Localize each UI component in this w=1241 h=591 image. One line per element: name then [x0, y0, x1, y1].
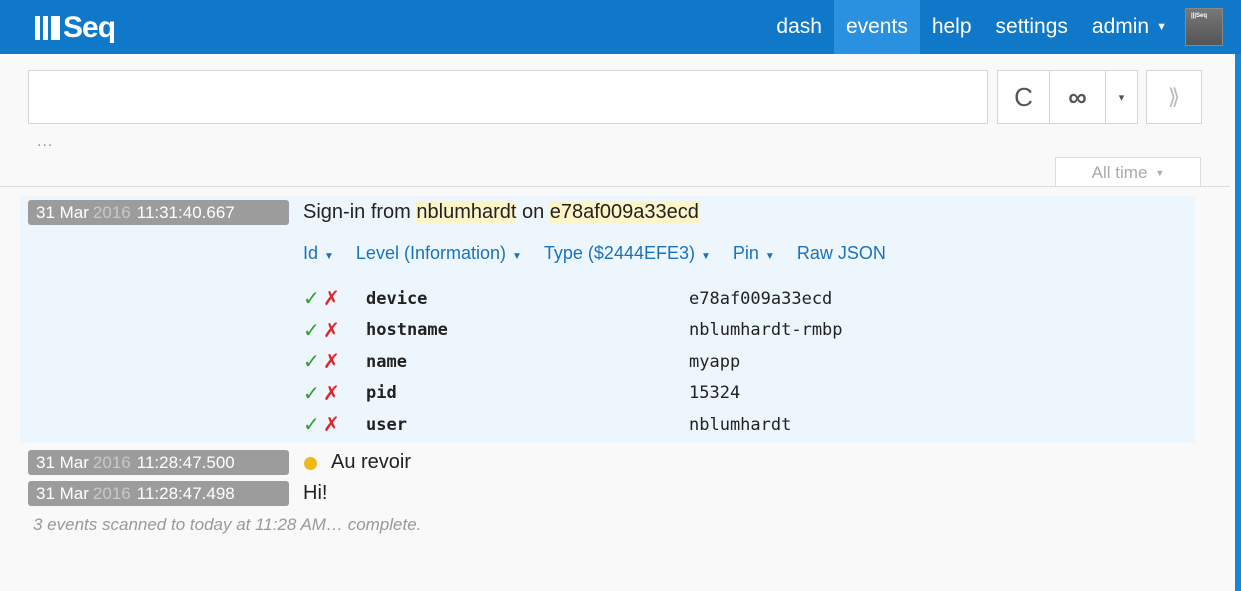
include-check-icon[interactable]: ✓ [303, 318, 323, 343]
time-range-label: All time [1091, 162, 1148, 182]
include-check-icon[interactable]: ✓ [303, 349, 323, 374]
property-row: ✓ ✗ user nblumhardt [303, 409, 1163, 441]
exclude-x-icon[interactable]: ✗ [323, 318, 343, 343]
property-row: ✓ ✗ device e78af009a33ecd [303, 283, 1163, 315]
infinite-scroll-button[interactable]: ∞ [1050, 70, 1106, 124]
exclude-x-icon[interactable]: ✗ [323, 286, 343, 311]
divider [0, 186, 1230, 187]
property-value: myapp [689, 351, 741, 372]
event-properties: ✓ ✗ device e78af009a33ecd ✓ ✗ hostname nbl… [303, 283, 1163, 441]
caret-down-icon: ▼ [764, 251, 775, 262]
timestamp-day: 31 Mar [36, 484, 89, 503]
property-name: user [366, 414, 407, 435]
event-message[interactable]: Hi! [303, 482, 327, 505]
event-message[interactable]: Sign-in from nblumhardt on e78af009a33ec… [303, 201, 699, 224]
message-property-user[interactable]: nblumhardt [416, 201, 517, 223]
caret-down-icon: ▼ [512, 251, 522, 262]
timestamp-time: 11:28:47.498 [136, 484, 235, 503]
action-level[interactable]: Level (Information) ▼ [356, 243, 522, 264]
action-raw-json[interactable]: Raw JSON [797, 243, 886, 264]
property-row: ✓ ✗ hostname nblumhardt-rmbp [303, 315, 1163, 347]
refresh-button[interactable]: C [997, 70, 1050, 124]
caret-down-icon: ▼ [1156, 21, 1167, 33]
avatar[interactable]: |||Seq [1185, 8, 1223, 46]
nav-dash[interactable]: dash [764, 0, 834, 54]
property-value: nblumhardt-rmbp [689, 320, 843, 341]
level-indicator-icon [304, 457, 317, 470]
user-menu[interactable]: admin ▼ [1080, 0, 1179, 54]
logo-bars-icon [35, 16, 60, 40]
include-check-icon[interactable]: ✓ [303, 412, 323, 437]
query-controls: C ∞ ▾ [997, 70, 1138, 124]
event-timestamp[interactable]: 31 Mar 2016 11:28:47.500 [28, 450, 289, 475]
caret-down-icon: ▼ [1155, 167, 1165, 178]
property-name: name [366, 351, 407, 372]
action-type[interactable]: Type ($2444EFE3) ▼ [544, 243, 711, 264]
scrollbar[interactable] [1235, 54, 1241, 591]
scan-status: 3 events scanned to today at 11:28 AM… c… [33, 515, 422, 534]
nav-help[interactable]: help [920, 0, 984, 54]
property-name: pid [366, 383, 397, 404]
property-name: device [366, 288, 428, 309]
caret-down-icon: ▾ [1118, 91, 1125, 104]
timestamp-time: 11:31:40.667 [136, 203, 235, 222]
property-value: nblumhardt [689, 414, 792, 435]
exclude-x-icon[interactable]: ✗ [323, 381, 343, 406]
timestamp-time: 11:28:47.500 [136, 453, 235, 472]
caret-down-icon: ▼ [324, 251, 334, 262]
message-text: Sign-in from [303, 201, 417, 223]
caret-down-icon: ▼ [701, 251, 711, 262]
nav-events[interactable]: events [833, 0, 920, 54]
search-help-ellipsis[interactable]: ... [37, 133, 53, 151]
search-input[interactable] [28, 70, 988, 124]
top-navbar: Seq dash events help settings admin ▼ ||… [0, 0, 1241, 54]
event-timestamp[interactable]: 31 Mar 2016 11:28:47.498 [28, 481, 289, 506]
infinity-icon: ∞ [1068, 81, 1087, 112]
event-actions: Id ▼ Level (Information) ▼ Type ($2444EFE3… [303, 243, 886, 264]
action-pin[interactable]: Pin ▼ [733, 243, 775, 264]
refresh-icon: C [1014, 81, 1033, 112]
timestamp-year: 2016 [92, 203, 131, 222]
property-value: e78af009a33ecd [689, 288, 833, 309]
timestamp-year: 2016 [92, 453, 131, 472]
event-timestamp[interactable]: 31 Mar 2016 11:31:40.667 [28, 200, 289, 225]
time-range-selector[interactable]: All time ▼ [1055, 157, 1201, 187]
user-name: admin [1091, 15, 1150, 38]
timestamp-day: 31 Mar [36, 453, 89, 472]
action-id[interactable]: Id ▼ [303, 243, 334, 264]
avatar-text: |||Seq [1191, 13, 1208, 19]
nav-settings[interactable]: settings [984, 0, 1080, 54]
message-text: on [516, 201, 550, 223]
property-row: ✓ ✗ pid 15324 [303, 378, 1163, 410]
include-check-icon[interactable]: ✓ [303, 286, 323, 311]
exclude-x-icon[interactable]: ✗ [323, 349, 343, 374]
logo-text: Seq [63, 11, 116, 44]
message-property-device[interactable]: e78af009a33ecd [549, 201, 699, 223]
options-dropdown-button[interactable]: ▾ [1106, 70, 1138, 124]
action-label: Level (Information) [355, 243, 506, 263]
main-nav: dash events help settings admin ▼ |||Seq [764, 0, 1241, 54]
include-check-icon[interactable]: ✓ [303, 381, 323, 406]
action-label: Id [303, 243, 319, 263]
timestamp-year: 2016 [92, 484, 131, 503]
exclude-x-icon[interactable]: ✗ [323, 412, 343, 437]
action-label: Type ($2444EFE3) [543, 243, 695, 263]
double-chevron-right-icon: ⟫ [1167, 84, 1181, 109]
property-row: ✓ ✗ name myapp [303, 346, 1163, 378]
timestamp-day: 31 Mar [36, 203, 89, 222]
action-label: Pin [732, 243, 759, 263]
tail-control: ⟫ [1146, 70, 1202, 124]
event-message[interactable]: Au revoir [331, 451, 411, 474]
tail-button[interactable]: ⟫ [1146, 70, 1202, 124]
seq-logo[interactable]: Seq [35, 11, 116, 44]
property-value: 15324 [689, 383, 741, 404]
property-name: hostname [366, 320, 448, 341]
